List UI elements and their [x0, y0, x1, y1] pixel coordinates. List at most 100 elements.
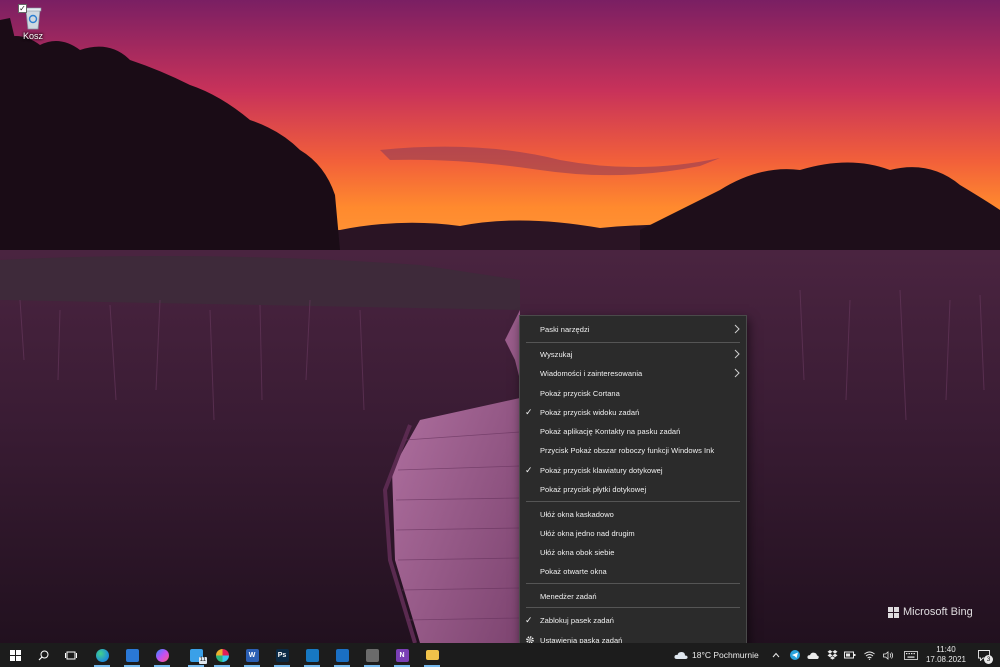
- menu-separator: [526, 501, 740, 502]
- taskbar-app-slack[interactable]: [208, 643, 236, 667]
- search-button[interactable]: [29, 643, 57, 667]
- menu-item-label: Wyszukaj: [540, 350, 573, 359]
- dropbox-icon: [827, 650, 837, 660]
- menu-item-label: Przycisk Pokaż obszar roboczy funkcji Wi…: [540, 446, 715, 455]
- tray-battery-app[interactable]: [841, 643, 859, 667]
- taskbar-app-outlook[interactable]: [328, 643, 356, 667]
- menu-item-uloz-okna-jedno-nad-drugim[interactable]: Ułóż okna jedno nad drugim: [520, 524, 746, 543]
- tray-dropbox[interactable]: [823, 643, 841, 667]
- task-view-icon: [65, 651, 77, 659]
- taskbar-app-explorer[interactable]: [418, 643, 446, 667]
- start-button[interactable]: [1, 643, 29, 667]
- telegram-icon: [790, 650, 800, 660]
- menu-item-label: Ułóż okna jedno nad drugim: [540, 529, 635, 538]
- taskbar-app-file-manager[interactable]: 11: [182, 643, 210, 667]
- touch-keyboard-button[interactable]: [902, 643, 920, 667]
- battery-icon: [844, 651, 856, 659]
- recycle-bin-label: Kosz: [22, 31, 43, 41]
- menu-item-zablokuj-pasek-zadan[interactable]: ✓ Zablokuj pasek zadań: [520, 611, 746, 630]
- word-icon: W: [245, 648, 259, 662]
- menu-item-uloz-okna-obok-siebie[interactable]: Ułóż okna obok siebie: [520, 543, 746, 562]
- menu-item-przycisk-pokaz-obszar-roboczy-funkcji-windows-ink[interactable]: Przycisk Pokaż obszar roboczy funkcji Wi…: [520, 441, 746, 460]
- slack-icon: [215, 648, 229, 662]
- taskbar-app-calculator[interactable]: [358, 643, 386, 667]
- taskbar-context-menu: Paski narzędzi Wyszukaj Wiadomości i zaint…: [519, 315, 747, 655]
- app-icon-letter: N: [399, 651, 405, 659]
- mail-icon: [125, 648, 139, 662]
- taskbar-app-messenger[interactable]: [148, 643, 176, 667]
- taskbar-app-mail[interactable]: [118, 643, 146, 667]
- weather-widget[interactable]: 18°C Pochmurnie: [674, 643, 759, 667]
- taskbar: 11 W Ps N 18°C Pochmurnie 11:40 17.08.2021 …: [0, 643, 1000, 667]
- clock-date: 17.08.2021: [925, 655, 967, 664]
- app-icon-letter: Ps: [277, 651, 287, 659]
- folder-icon: [425, 650, 439, 660]
- tray-telegram[interactable]: [786, 643, 804, 667]
- menu-item-label: Pokaż otwarte okna: [540, 567, 607, 576]
- menu-item-wiadomosci-i-zainteresowania[interactable]: Wiadomości i zainteresowania: [520, 364, 746, 383]
- menu-item-label: Pokaż przycisk klawiatury dotykowej: [540, 466, 663, 475]
- keyboard-icon: [904, 650, 918, 660]
- chevron-right-icon: [734, 368, 740, 378]
- app-count-badge: 11: [198, 657, 207, 664]
- selection-checkbox[interactable]: ✓: [18, 4, 27, 13]
- checkmark-icon: ✓: [525, 465, 533, 475]
- desktop-icon-recycle-bin[interactable]: ✓ Kosz: [10, 2, 56, 46]
- menu-item-pokaz-przycisk-cortana[interactable]: Pokaż przycisk Cortana: [520, 384, 746, 403]
- menu-item-label: Pokaż przycisk płytki dotykowej: [540, 485, 647, 494]
- system-clock[interactable]: 11:40 17.08.2021: [922, 645, 970, 665]
- menu-separator: [526, 607, 740, 608]
- menu-item-label: Ułóż okna obok siebie: [540, 548, 615, 557]
- watermark-text: Microsoft Bing: [903, 606, 973, 618]
- menu-item-label: Pokaż aplikację Kontakty na pasku zadań: [540, 427, 681, 436]
- tray-network[interactable]: [860, 643, 878, 667]
- windows-logo-icon: [9, 649, 21, 661]
- menu-item-label: Pokaż przycisk Cortana: [540, 389, 620, 398]
- menu-item-pokaz-przycisk-klawiatury-dotykowej[interactable]: ✓ Pokaż przycisk klawiatury dotykowej: [520, 461, 746, 480]
- taskbar-app-edge[interactable]: [88, 643, 116, 667]
- photoshop-icon: Ps: [275, 648, 289, 662]
- action-center-button[interactable]: 3: [972, 643, 996, 667]
- menu-item-label: Paski narzędzi: [540, 325, 590, 334]
- menu-item-label: Ułóż okna kaskadowo: [540, 510, 614, 519]
- outlook-icon: [335, 648, 349, 662]
- weather-text: 18°C Pochmurnie: [692, 650, 759, 660]
- clock-time: 11:40: [936, 645, 956, 654]
- task-view-button[interactable]: [57, 643, 85, 667]
- menu-item-pokaz-otwarte-okna[interactable]: Pokaż otwarte okna: [520, 562, 746, 581]
- menu-item-menedzer-zadan[interactable]: Menedżer zadań: [520, 587, 746, 606]
- menu-item-pokaz-aplikacje-kontakty-na-pasku-zadan[interactable]: Pokaż aplikację Kontakty na pasku zadań: [520, 422, 746, 441]
- calculator-icon: [365, 648, 379, 662]
- taskbar-app-word[interactable]: W: [238, 643, 266, 667]
- speaker-icon: [882, 650, 893, 660]
- tray-onedrive[interactable]: [804, 643, 822, 667]
- messenger-icon: [155, 648, 169, 662]
- app-icon-letter: W: [248, 651, 256, 659]
- menu-item-label: Pokaż przycisk widoku zadań: [540, 408, 640, 417]
- menu-item-uloz-okna-kaskadowo[interactable]: Ułóż okna kaskadowo: [520, 505, 746, 524]
- desktop-wallpaper: [0, 0, 1000, 667]
- menu-item-wyszukaj[interactable]: Wyszukaj: [520, 345, 746, 364]
- menu-separator: [526, 342, 740, 343]
- menu-item-pokaz-przycisk-plytki-dotykowej[interactable]: Pokaż przycisk płytki dotykowej: [520, 480, 746, 499]
- checkmark-icon: ✓: [525, 615, 533, 625]
- edge-icon: [95, 648, 109, 662]
- taskbar-app-onenote[interactable]: N: [388, 643, 416, 667]
- onedrive-icon: [807, 652, 819, 659]
- taskbar-app-trello[interactable]: [298, 643, 326, 667]
- chevron-right-icon: [734, 324, 740, 334]
- wifi-icon: [863, 651, 875, 660]
- onenote-icon: N: [395, 648, 409, 662]
- chevron-up-icon: [772, 652, 780, 658]
- menu-item-pokaz-przycisk-widoku-zadan[interactable]: ✓ Pokaż przycisk widoku zadań: [520, 403, 746, 422]
- notification-count-badge: 3: [984, 655, 993, 664]
- taskbar-app-photoshop[interactable]: Ps: [268, 643, 296, 667]
- checkmark-icon: ✓: [525, 407, 533, 417]
- tray-volume[interactable]: [879, 643, 897, 667]
- menu-item-label: Zablokuj pasek zadań: [540, 616, 614, 625]
- menu-item-label: Wiadomości i zainteresowania: [540, 369, 643, 378]
- menu-item-paski-narzedzi[interactable]: Paski narzędzi: [520, 320, 746, 339]
- show-hidden-icons-button[interactable]: [767, 643, 785, 667]
- chevron-right-icon: [734, 349, 740, 359]
- bing-watermark: Microsoft Bing: [888, 606, 973, 618]
